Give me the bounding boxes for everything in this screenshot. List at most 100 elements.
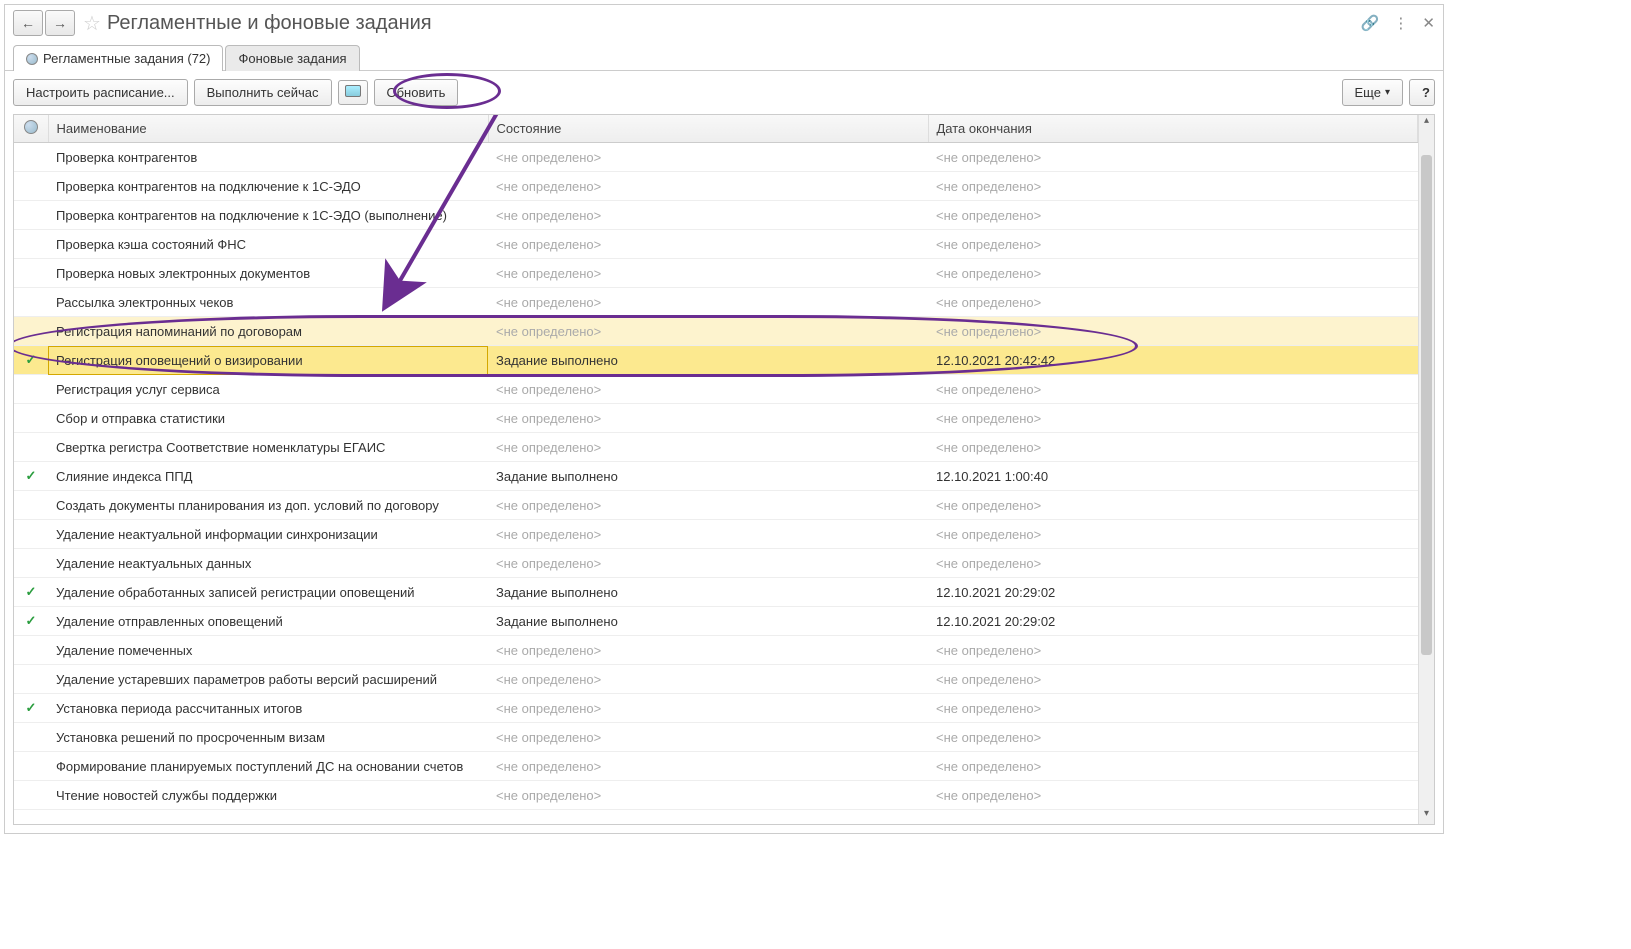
row-state-cell: <не определено> bbox=[488, 491, 928, 520]
table-row[interactable]: Создать документы планирования из доп. у… bbox=[14, 491, 1418, 520]
row-name-cell: Проверка контрагентов bbox=[48, 143, 488, 172]
table-row[interactable]: ✓Слияние индекса ППДЗадание выполнено12.… bbox=[14, 462, 1418, 491]
column-header-state[interactable]: Состояние bbox=[488, 115, 928, 143]
row-state-cell: <не определено> bbox=[488, 752, 928, 781]
row-name-cell: Рассылка электронных чеков bbox=[48, 288, 488, 317]
table-row[interactable]: ✓Удаление обработанных записей регистрац… bbox=[14, 578, 1418, 607]
tape-icon bbox=[345, 85, 361, 97]
row-date-cell: <не определено> bbox=[928, 491, 1418, 520]
table-row[interactable]: Проверка контрагентов<не определено><не … bbox=[14, 143, 1418, 172]
row-date-cell: <не определено> bbox=[928, 723, 1418, 752]
favorite-star-icon[interactable]: ☆ bbox=[83, 11, 101, 36]
row-state-cell: <не определено> bbox=[488, 201, 928, 230]
row-date-cell: 12.10.2021 20:29:02 bbox=[928, 578, 1418, 607]
column-header-icon[interactable] bbox=[14, 115, 48, 143]
scroll-down-button[interactable]: ▾ bbox=[1419, 808, 1434, 824]
row-status-icon bbox=[14, 781, 48, 810]
kebab-menu-icon[interactable]: ⋮ bbox=[1393, 14, 1408, 32]
row-status-icon bbox=[14, 230, 48, 259]
table-row[interactable]: Чтение новостей службы поддержки<не опре… bbox=[14, 781, 1418, 810]
row-status-icon bbox=[14, 172, 48, 201]
run-now-button[interactable]: Выполнить сейчас bbox=[194, 79, 332, 106]
row-state-cell: <не определено> bbox=[488, 317, 928, 346]
globe-icon bbox=[26, 53, 38, 65]
table-row[interactable]: ✓Удаление отправленных оповещенийЗадание… bbox=[14, 607, 1418, 636]
table-row[interactable]: Формирование планируемых поступлений ДС … bbox=[14, 752, 1418, 781]
row-date-cell: <не определено> bbox=[928, 433, 1418, 462]
close-icon[interactable]: ✕ bbox=[1422, 14, 1435, 32]
row-name-cell: Удаление неактуальных данных bbox=[48, 549, 488, 578]
scroll-thumb[interactable] bbox=[1421, 155, 1432, 655]
table-row[interactable]: Сбор и отправка статистики<не определено… bbox=[14, 404, 1418, 433]
table-row[interactable]: Проверка контрагентов на подключение к 1… bbox=[14, 201, 1418, 230]
row-date-cell: <не определено> bbox=[928, 636, 1418, 665]
table-row[interactable]: Проверка новых электронных документов<не… bbox=[14, 259, 1418, 288]
row-status-icon bbox=[14, 491, 48, 520]
refresh-button[interactable]: Обновить bbox=[374, 79, 459, 106]
row-name-cell: Проверка контрагентов на подключение к 1… bbox=[48, 201, 488, 230]
table-row[interactable]: Удаление устаревших параметров работы ве… bbox=[14, 665, 1418, 694]
row-name-cell: Установка периода рассчитанных итогов bbox=[48, 694, 488, 723]
row-state-cell: <не определено> bbox=[488, 375, 928, 404]
jobs-table: Наименование Состояние Дата окончания Пр… bbox=[14, 115, 1418, 810]
table-row[interactable]: Рассылка электронных чеков<не определено… bbox=[14, 288, 1418, 317]
table-row[interactable]: ✓Установка периода рассчитанных итогов<н… bbox=[14, 694, 1418, 723]
row-name-cell: Создать документы планирования из доп. у… bbox=[48, 491, 488, 520]
help-button[interactable]: ? bbox=[1409, 79, 1435, 106]
table-row[interactable]: Удаление неактуальной информации синхрон… bbox=[14, 520, 1418, 549]
table-header-row: Наименование Состояние Дата окончания bbox=[14, 115, 1418, 143]
row-date-cell: 12.10.2021 20:29:02 bbox=[928, 607, 1418, 636]
nav-forward-button[interactable]: → bbox=[45, 10, 75, 36]
row-status-icon bbox=[14, 288, 48, 317]
row-date-cell: <не определено> bbox=[928, 665, 1418, 694]
row-state-cell: <не определено> bbox=[488, 549, 928, 578]
table-row[interactable]: Удаление помеченных<не определено><не оп… bbox=[14, 636, 1418, 665]
row-state-cell: Задание выполнено bbox=[488, 607, 928, 636]
tape-view-button[interactable] bbox=[338, 80, 368, 105]
row-date-cell: 12.10.2021 20:42:42 bbox=[928, 346, 1418, 375]
row-name-cell: Слияние индекса ППД bbox=[48, 462, 488, 491]
table-row[interactable]: Проверка контрагентов на подключение к 1… bbox=[14, 172, 1418, 201]
column-header-end-date[interactable]: Дата окончания bbox=[928, 115, 1418, 143]
link-icon[interactable]: 🔗 bbox=[1361, 14, 1380, 32]
row-name-cell: Удаление неактуальной информации синхрон… bbox=[48, 520, 488, 549]
scroll-up-button[interactable]: ▴ bbox=[1419, 115, 1434, 131]
row-status-icon bbox=[14, 317, 48, 346]
row-state-cell: <не определено> bbox=[488, 288, 928, 317]
row-date-cell: <не определено> bbox=[928, 781, 1418, 810]
row-name-cell: Регистрация услуг сервиса bbox=[48, 375, 488, 404]
row-state-cell: Задание выполнено bbox=[488, 578, 928, 607]
globe-icon bbox=[24, 120, 38, 134]
row-state-cell: <не определено> bbox=[488, 433, 928, 462]
row-state-cell: <не определено> bbox=[488, 723, 928, 752]
row-name-cell: Удаление обработанных записей регистраци… bbox=[48, 578, 488, 607]
table-row[interactable]: Удаление неактуальных данных<не определе… bbox=[14, 549, 1418, 578]
tab-scheduled-jobs[interactable]: Регламентные задания (72) bbox=[13, 45, 223, 71]
row-date-cell: <не определено> bbox=[928, 404, 1418, 433]
row-date-cell: <не определено> bbox=[928, 201, 1418, 230]
table-row[interactable]: Установка решений по просроченным визам<… bbox=[14, 723, 1418, 752]
nav-back-button[interactable]: ← bbox=[13, 10, 43, 36]
table-row[interactable]: Проверка кэша состояний ФНС<не определен… bbox=[14, 230, 1418, 259]
row-status-icon bbox=[14, 549, 48, 578]
table-row[interactable]: ✓Регистрация оповещений о визированииЗад… bbox=[14, 346, 1418, 375]
table-row[interactable]: Свертка регистра Соответствие номенклату… bbox=[14, 433, 1418, 462]
row-status-icon: ✓ bbox=[14, 607, 48, 636]
table-row[interactable]: Регистрация напоминаний по договорам<не … bbox=[14, 317, 1418, 346]
row-state-cell: <не определено> bbox=[488, 636, 928, 665]
row-status-icon bbox=[14, 752, 48, 781]
row-name-cell: Удаление отправленных оповещений bbox=[48, 607, 488, 636]
row-status-icon bbox=[14, 723, 48, 752]
vertical-scrollbar[interactable]: ▴ ▾ bbox=[1418, 115, 1434, 824]
configure-schedule-button[interactable]: Настроить расписание... bbox=[13, 79, 188, 106]
tab-background-jobs[interactable]: Фоновые задания bbox=[225, 45, 359, 71]
column-header-name[interactable]: Наименование bbox=[48, 115, 488, 143]
row-date-cell: <не определено> bbox=[928, 259, 1418, 288]
row-name-cell: Установка решений по просроченным визам bbox=[48, 723, 488, 752]
table-row[interactable]: Регистрация услуг сервиса<не определено>… bbox=[14, 375, 1418, 404]
row-status-icon bbox=[14, 201, 48, 230]
row-status-icon bbox=[14, 665, 48, 694]
more-button[interactable]: Еще▾ bbox=[1342, 79, 1403, 106]
row-status-icon: ✓ bbox=[14, 694, 48, 723]
tab-label: Регламентные задания (72) bbox=[43, 51, 210, 66]
